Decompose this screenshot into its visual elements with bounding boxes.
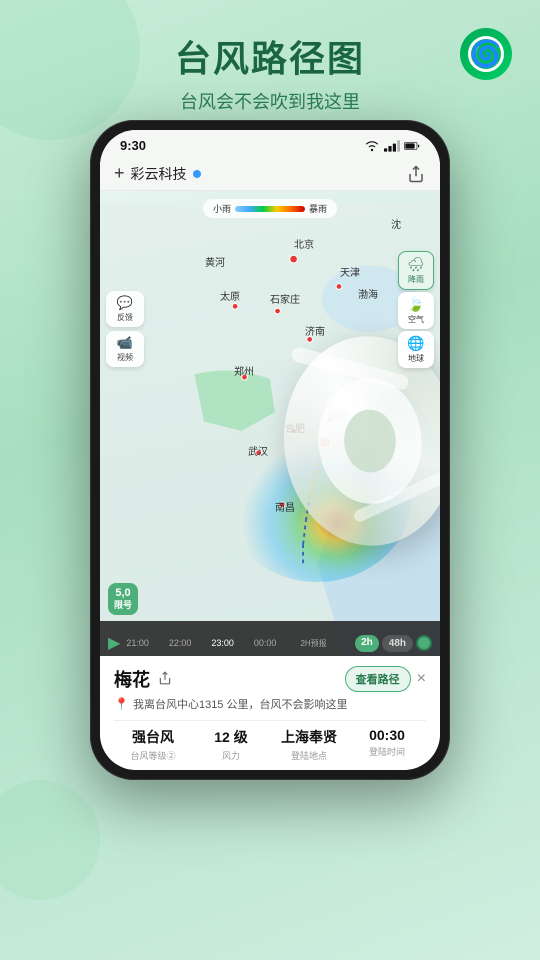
stat-time-label: 登陆时间 — [348, 745, 426, 758]
city-zhengzhou: 郑州 — [234, 363, 254, 378]
leaf-icon: 🍃 — [400, 296, 432, 313]
stat-wind-value: 12 级 — [192, 727, 270, 747]
legend-bar — [235, 206, 305, 212]
stat-level: 强台风 台风等级② — [114, 727, 192, 762]
stat-level-label: 台风等级② — [114, 749, 192, 762]
page-title: 台风路径图 — [0, 30, 540, 82]
timeline-report-label: 2H预报 — [300, 638, 326, 649]
rain-light-label: 小雨 — [213, 202, 231, 215]
stats-grid: 强台风 台风等级② 12 级 风力 上海奉贤 登陆地点 00:30 — [114, 720, 426, 762]
rain-heavy-label: 暴雨 — [309, 202, 327, 215]
time-2h-btn[interactable]: 2h — [355, 635, 379, 652]
nav-brand-label: 彩云科技 — [131, 164, 187, 184]
phone-screen: 9:30 — [100, 130, 440, 770]
play-button[interactable]: ▶ — [108, 633, 120, 653]
timeline-time-3: 23:00 — [211, 638, 234, 649]
city-bohai: 渤海 — [358, 286, 378, 301]
typhoon-spiral-icon — [468, 36, 504, 72]
typhoon-logo — [460, 28, 512, 80]
feedback-icon: 💬 — [108, 295, 142, 311]
left-panel: 💬 反馈 📹 视频 — [106, 291, 144, 367]
stat-wind: 12 级 风力 — [192, 727, 270, 762]
timeline-time-1: 21:00 — [126, 638, 149, 649]
bottom-top-row: 梅花 查看路径 × — [114, 666, 426, 692]
wifi-icon — [364, 140, 380, 152]
location-row: 📍 我离台风中心1315 公里，台风不会影响这里 — [114, 696, 426, 712]
time-48h-btn[interactable]: 48h — [382, 635, 413, 652]
rain-legend: 小雨 暴雨 — [203, 199, 337, 218]
time-buttons: 2h 48h — [355, 635, 432, 652]
stat-place-label: 登陆地点 — [270, 749, 348, 762]
timeline-time-4: 00:00 — [254, 638, 277, 649]
nav-share-button[interactable] — [406, 164, 426, 184]
city-shen: 沈 — [391, 216, 401, 231]
phone-mockup: 9:30 — [90, 120, 450, 780]
city-beijing: 北京 — [294, 236, 314, 251]
typhoon-name-row: 梅花 — [114, 666, 172, 692]
rain-icon: 🌧 — [401, 256, 431, 273]
feedback-btn[interactable]: 💬 反馈 — [106, 291, 144, 327]
battery-icon — [404, 140, 420, 152]
stat-level-value: 强台风 — [114, 727, 192, 747]
nav-bar: + 彩云科技 — [100, 157, 440, 191]
bg-decor-circle-bl — [0, 780, 100, 900]
close-button[interactable]: × — [417, 670, 426, 688]
location-text: 我离台风中心1315 公里，台风不会影响这里 — [133, 696, 348, 712]
typhoon-share-icon[interactable] — [158, 671, 172, 688]
status-bar: 9:30 — [100, 130, 440, 157]
nav-plus-icon[interactable]: + — [114, 163, 125, 184]
sidebar-earth-btn[interactable]: 🌐 地球 — [398, 331, 434, 368]
page-subtitle: 台风会不会吹到我这里 — [0, 88, 540, 114]
globe-icon: 🌐 — [400, 335, 432, 352]
stat-time-value: 00:30 — [348, 727, 426, 743]
nav-location-dot — [193, 170, 201, 178]
city-tianjin: 天津 — [340, 264, 360, 279]
status-icons — [364, 140, 420, 152]
video-icon: 📹 — [108, 335, 142, 351]
timeline-time-2: 22:00 — [169, 638, 192, 649]
signal-icon — [384, 140, 400, 152]
right-sidebar: 🌧 降雨 🍃 空气 🌐 地球 — [398, 251, 434, 368]
stat-place: 上海奉贤 登陆地点 — [270, 727, 348, 762]
city-wuhan: 武汉 — [248, 443, 268, 458]
live-indicator — [416, 635, 432, 651]
status-time: 9:30 — [120, 138, 146, 153]
stat-wind-label: 风力 — [192, 749, 270, 762]
view-path-button[interactable]: 查看路径 — [345, 666, 411, 692]
stat-place-value: 上海奉贤 — [270, 727, 348, 747]
stat-time: 00:30 登陆时间 — [348, 727, 426, 762]
typhoon-name: 梅花 — [114, 666, 150, 692]
city-taiyuan: 太原 — [220, 288, 240, 303]
scale-badge: 5,0 限号 — [108, 583, 138, 615]
video-btn[interactable]: 📹 视频 — [106, 331, 144, 367]
map-area[interactable]: 北京 天津 沈 渤海 黄河 石家庄 太原 — [100, 191, 440, 671]
city-shijiazhuang: 石家庄 — [270, 291, 300, 306]
timeline-labels: 21:00 22:00 23:00 00:00 2H预报 — [126, 638, 349, 649]
city-huanghe: 黄河 — [205, 254, 225, 269]
header-area: 台风路径图 台风会不会吹到我这里 — [0, 30, 540, 114]
sidebar-air-btn[interactable]: 🍃 空气 — [398, 292, 434, 329]
sidebar-rain-btn[interactable]: 🌧 降雨 — [398, 251, 434, 290]
bottom-panel: 梅花 查看路径 × 📍 我离台风中心1315 公里，台风不会影 — [100, 656, 440, 770]
location-pin-icon: 📍 — [114, 697, 129, 711]
